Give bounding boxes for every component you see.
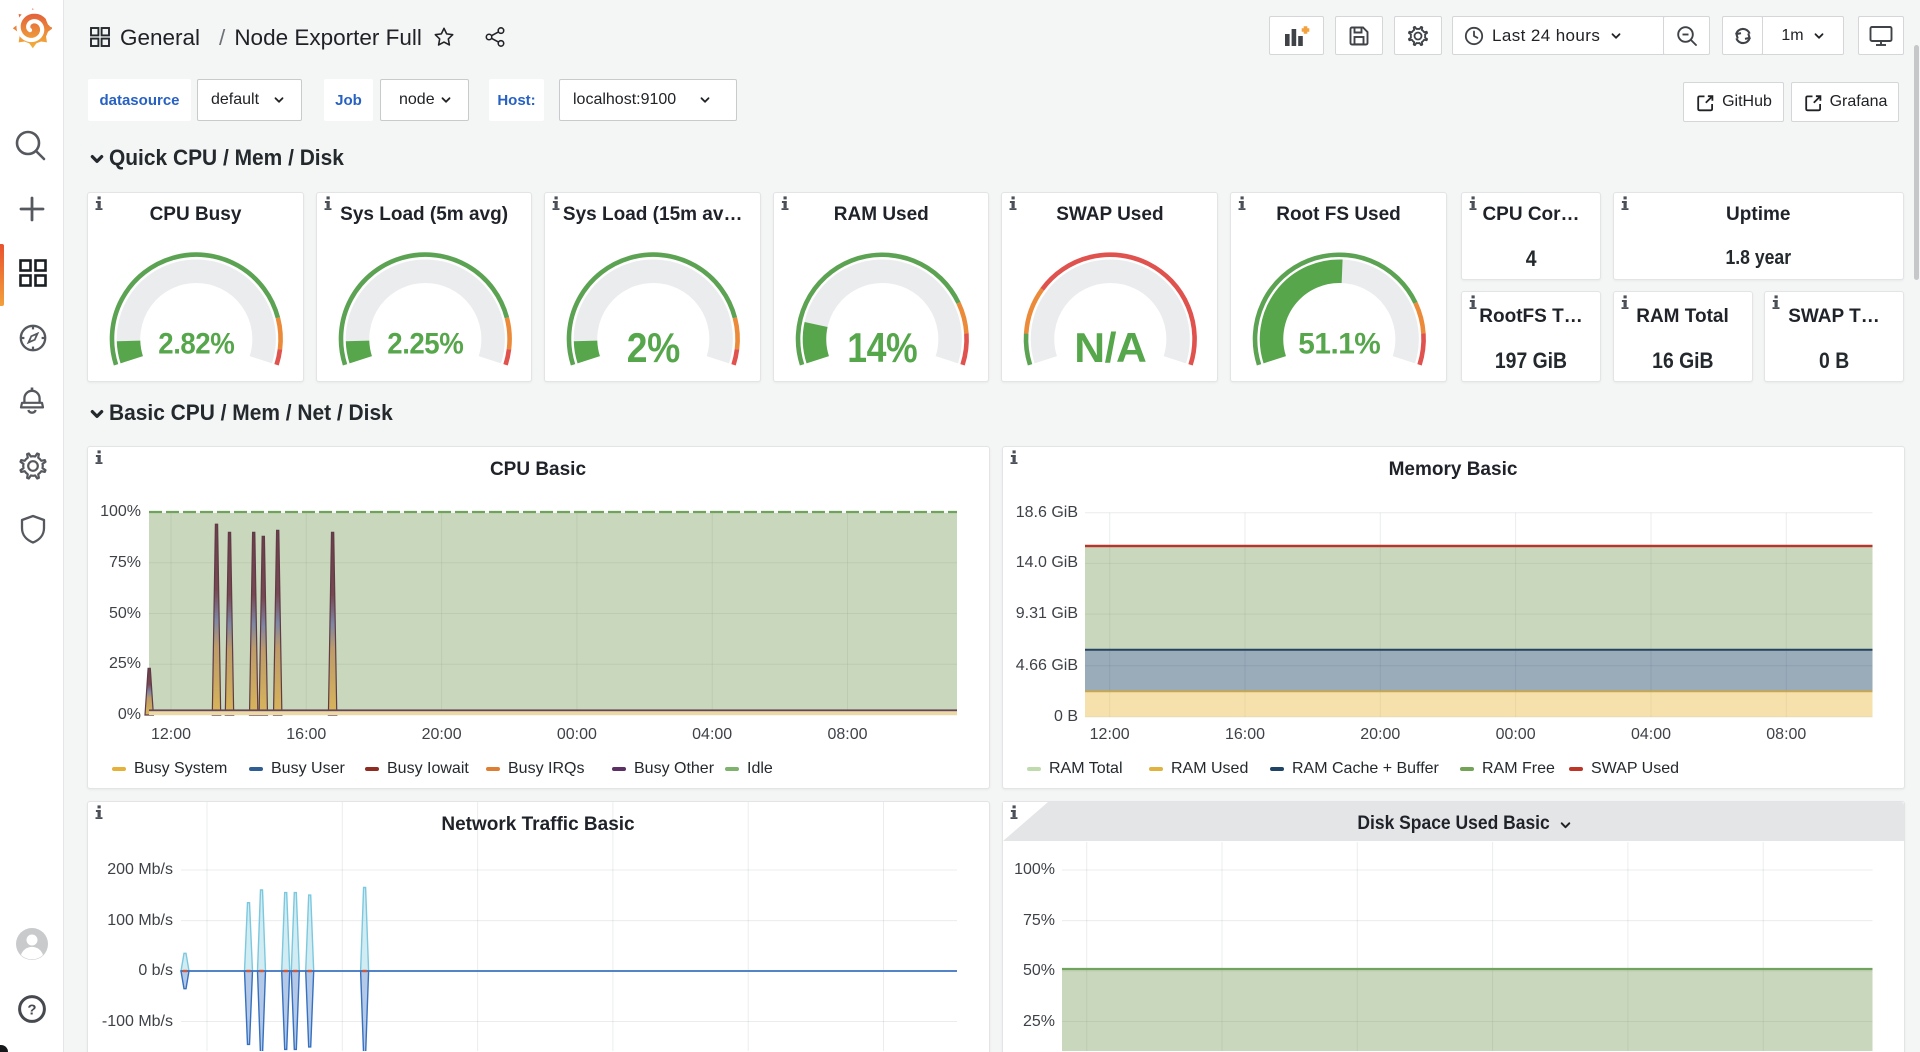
- svg-text:2.25%: 2.25%: [387, 328, 463, 361]
- svg-text:51.1%: 51.1%: [1298, 328, 1380, 361]
- svg-text:?: ?: [27, 1002, 36, 1019]
- svg-text:2%: 2%: [627, 324, 680, 371]
- svg-text:14%: 14%: [847, 324, 917, 371]
- svg-text:N/A: N/A: [1075, 324, 1147, 371]
- svg-text:2.82%: 2.82%: [158, 328, 234, 361]
